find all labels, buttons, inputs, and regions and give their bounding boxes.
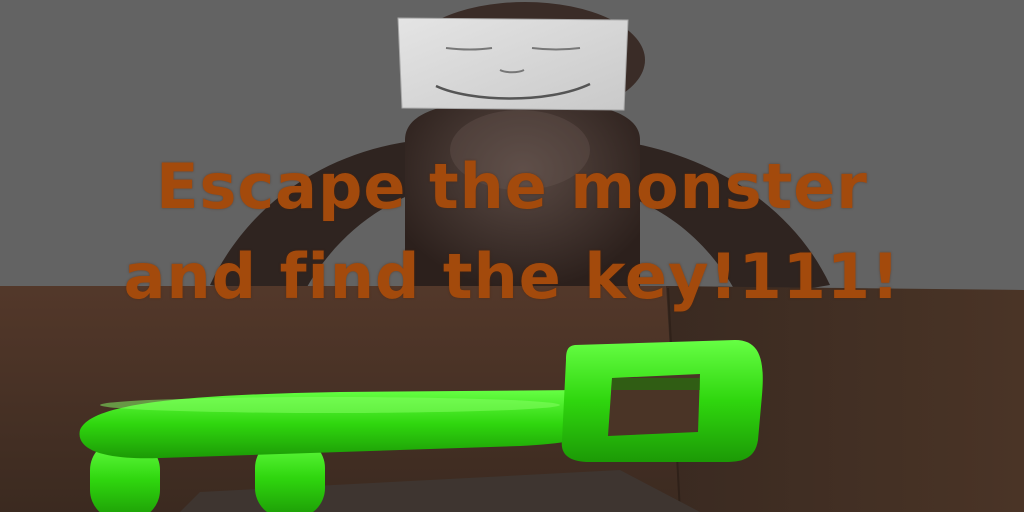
monster-paper-face [397,17,629,111]
headline-line-2: and find the key!111! [123,240,901,313]
headline-line-1: Escape the monster [156,150,868,223]
